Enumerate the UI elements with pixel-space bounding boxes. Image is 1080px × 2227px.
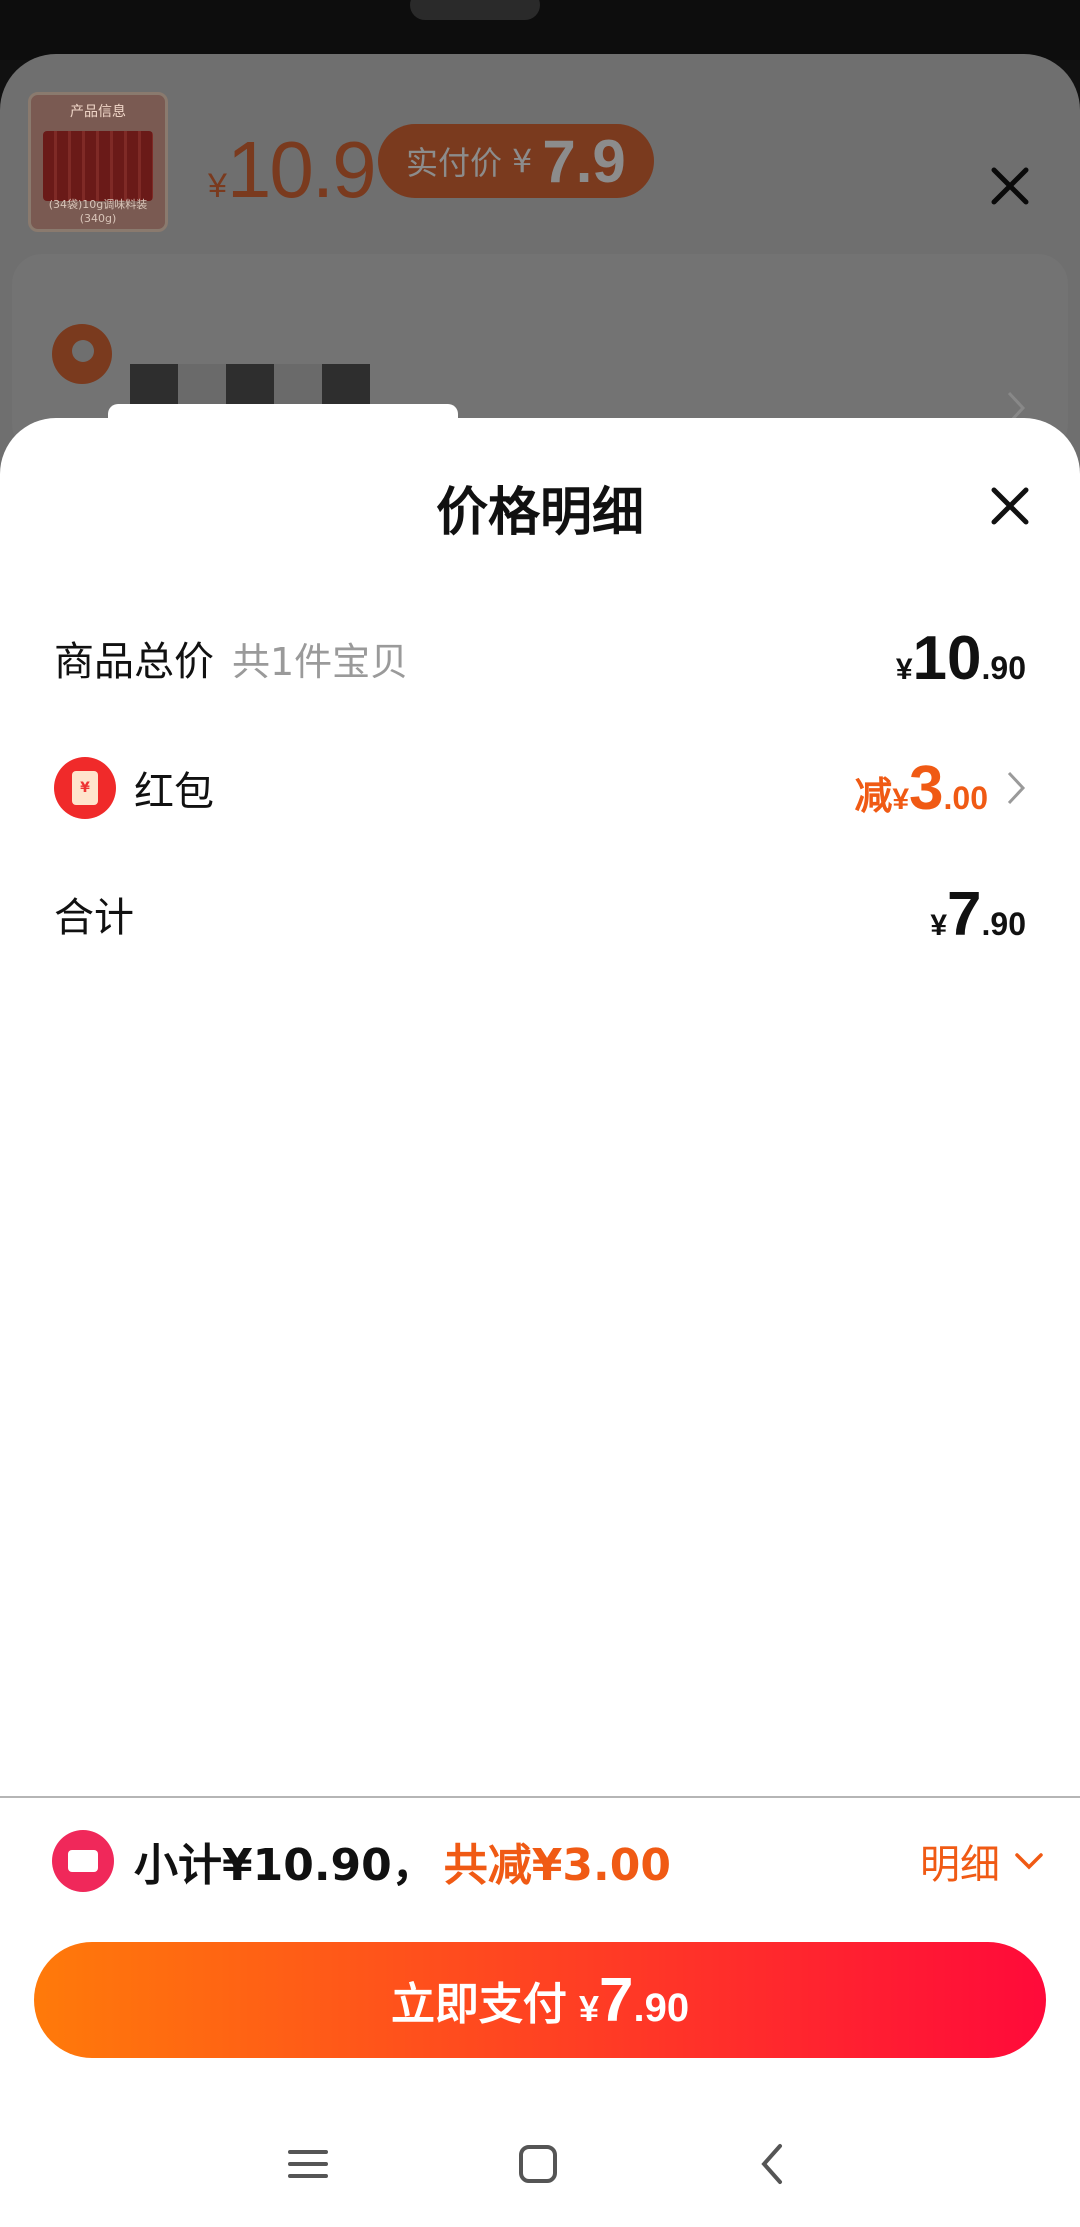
badge-value: 7.9 — [542, 127, 626, 195]
sheet-title: 价格明细 — [435, 483, 644, 543]
goods-count: 共1件宝贝 — [232, 639, 409, 684]
coupon-icon — [52, 1830, 114, 1892]
amount-int: 10 — [912, 623, 982, 693]
total-label: 合计 — [54, 895, 134, 941]
actual-price-badge: 实付价 ¥ 7.9 — [378, 124, 654, 198]
status-bar — [0, 0, 1080, 60]
close-icon[interactable] — [988, 484, 1032, 528]
total-amount: ¥7.90 — [930, 879, 1026, 950]
thumbnail-label: 产品信息 — [70, 104, 126, 120]
detail-label: 明细 — [920, 1842, 1000, 1888]
chevron-right-icon — [1007, 771, 1026, 805]
back-icon[interactable] — [744, 2134, 804, 2194]
discount-prefix: 减 — [854, 773, 893, 818]
order-summary: 小计¥10.90， 共减¥3.00 明细 — [52, 1826, 1044, 1896]
amount-dec: .90 — [981, 905, 1026, 942]
goods-total-label: 商品总价 — [54, 639, 214, 685]
badge-label: 实付价 — [406, 144, 503, 182]
currency: ¥ — [892, 782, 910, 816]
row-goods-total: 商品总价 共1件宝贝 ¥10.90 — [54, 618, 1026, 698]
subtotal-text: 小计¥10.90， — [134, 1840, 436, 1891]
pay-now-button[interactable]: 立即支付 ¥7.90 — [34, 1942, 1046, 2058]
currency: ¥ — [578, 1987, 599, 2029]
goods-total-amount: ¥10.90 — [896, 623, 1026, 694]
row-total: 合计 ¥7.90 — [54, 874, 1026, 954]
amount-dec: .00 — [943, 779, 988, 816]
redpacket-discount: 减 ¥3.00 — [854, 753, 988, 824]
amount-int: 7 — [598, 1965, 634, 2035]
currency: ¥ — [930, 908, 948, 942]
close-icon[interactable] — [988, 164, 1032, 208]
redpacket-label: 红包 — [134, 769, 214, 815]
menu-icon[interactable] — [278, 2134, 338, 2194]
badge-currency: ¥ — [512, 142, 533, 180]
home-icon[interactable] — [508, 2134, 568, 2194]
system-nav-bar — [0, 2110, 1080, 2210]
currency: ¥ — [895, 652, 913, 686]
pay-amount: ¥7.90 — [579, 1965, 689, 2036]
price-currency: ¥ — [208, 167, 227, 205]
product-price: ¥10.9 — [208, 124, 377, 216]
price-value: 10.9 — [226, 125, 377, 214]
amount-int: 7 — [947, 879, 982, 949]
row-redpacket[interactable]: ¥ 红包 减 ¥3.00 — [54, 748, 1026, 828]
product-thumbnail: 产品信息 (34袋)10g调味料装 (340g) — [28, 92, 168, 232]
amount-dec: .90 — [633, 1985, 690, 2030]
detail-toggle[interactable]: 明细 — [920, 1832, 1044, 1890]
amount-dec: .90 — [981, 649, 1026, 686]
amount-int: 3 — [909, 753, 944, 823]
thumbnail-caption: (34袋)10g调味料装 (340g) — [48, 198, 148, 225]
location-icon — [52, 324, 112, 384]
camera-notch — [410, 0, 540, 20]
chevron-down-icon — [1015, 1853, 1043, 1870]
pay-label: 立即支付 — [390, 1979, 567, 2030]
redpacket-icon: ¥ — [54, 757, 116, 819]
thumbnail-packs — [43, 131, 153, 201]
redpacket-glyph: ¥ — [72, 771, 98, 805]
footer-divider — [0, 1796, 1080, 1798]
saving-text: 共减¥3.00 — [443, 1840, 671, 1891]
